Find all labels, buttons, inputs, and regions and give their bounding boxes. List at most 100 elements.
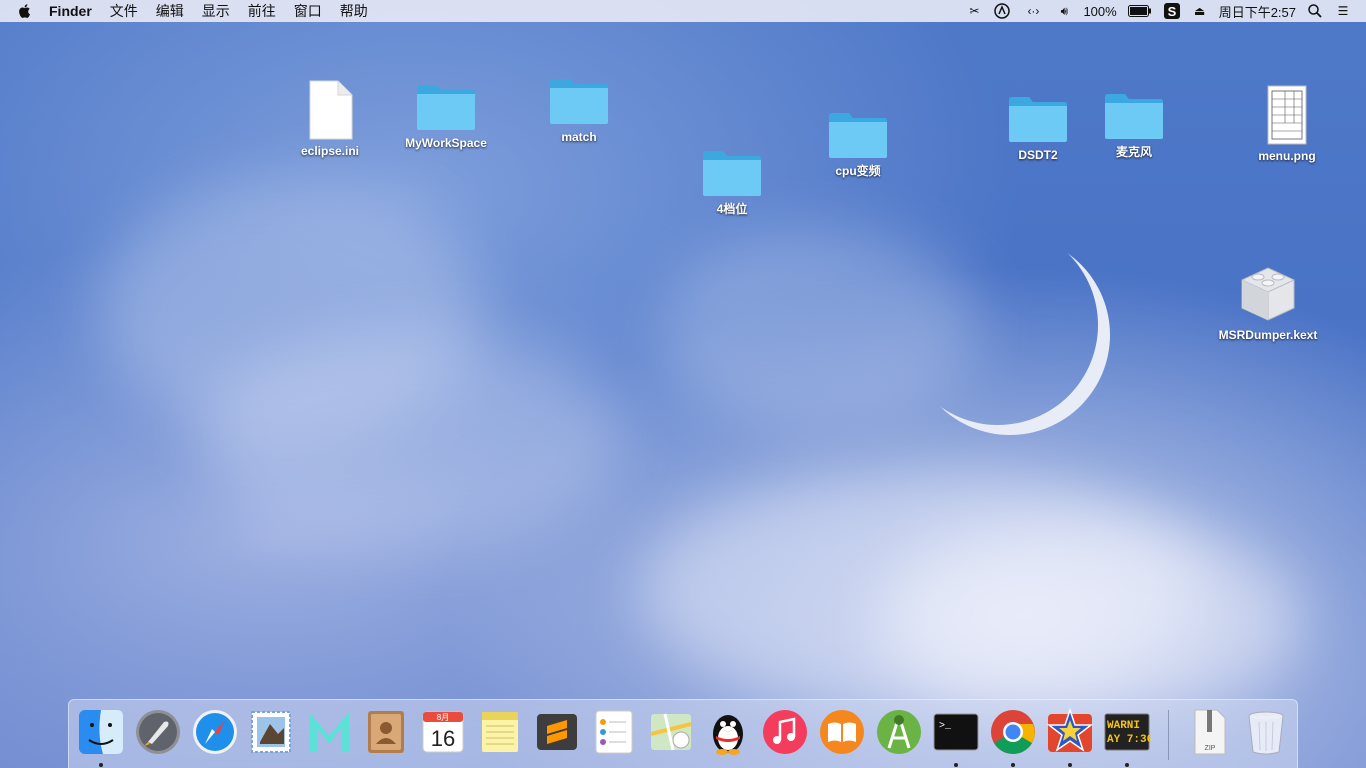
dock-ibooks[interactable]	[818, 708, 866, 756]
desktop-folder-myworkspace[interactable]: MyWorkSpace	[386, 82, 506, 150]
calendar-month: 8月	[437, 713, 449, 722]
dock-launchpad[interactable]	[134, 708, 182, 756]
volume-icon[interactable]: 🔊︎	[1055, 2, 1073, 20]
console-text-line-2: AY 7:36	[1107, 734, 1151, 746]
dock-console[interactable]: WARNI AY 7:36	[1103, 708, 1153, 767]
dock-finder[interactable]	[77, 708, 125, 767]
adobe-icon[interactable]	[993, 2, 1011, 20]
eject-icon[interactable]: ⏏	[1191, 2, 1209, 20]
desktop-file-label: menu.png	[1258, 149, 1316, 163]
folder-icon	[1105, 94, 1163, 139]
m-letter-icon	[309, 712, 349, 752]
compass-icon	[193, 710, 237, 754]
star-app-icon	[1046, 707, 1094, 752]
dock-safari[interactable]	[191, 708, 239, 756]
terminal-icon: >_	[933, 713, 979, 751]
calendar-icon: 8月 16	[422, 711, 464, 753]
dock-separator	[1168, 710, 1169, 760]
battery-percent[interactable]: 100%	[1083, 4, 1116, 19]
desktop-file-eclipse-ini[interactable]: eclipse.ini	[270, 80, 390, 158]
dock-maps[interactable]	[647, 708, 695, 756]
folder-icon	[550, 79, 608, 124]
dock-sublime-text[interactable]	[533, 708, 581, 756]
menu-app-name[interactable]: Finder	[40, 0, 101, 22]
desktop-folder-label: MyWorkSpace	[405, 136, 487, 150]
zip-label: ZIP	[1205, 745, 1216, 752]
sogou-input-icon[interactable]: S	[1163, 2, 1181, 20]
dock-trash[interactable]	[1242, 708, 1290, 756]
network-arrows-icon[interactable]: ‹·›	[1021, 2, 1045, 20]
desktop-folder-label: cpu变频	[835, 164, 881, 178]
sublime-icon	[537, 714, 577, 750]
book-icon	[820, 710, 864, 754]
folder-icon	[829, 113, 887, 158]
menu-file[interactable]: 文件	[101, 0, 147, 22]
calendar-day: 16	[431, 726, 455, 751]
rocket-icon	[136, 710, 180, 754]
penguin-icon	[713, 715, 743, 755]
wallpaper-cloud	[660, 230, 980, 430]
crescent-moon	[940, 245, 1110, 435]
running-indicator	[1068, 763, 1072, 767]
apple-logo-icon[interactable]	[16, 2, 34, 20]
zip-archive-icon: ZIP	[1194, 709, 1226, 755]
menu-view[interactable]: 显示	[193, 0, 239, 22]
dock-calendar[interactable]: 8月 16	[419, 708, 467, 756]
android-studio-icon	[877, 710, 921, 754]
dock-android-studio[interactable]	[875, 708, 923, 756]
menu-help[interactable]: 帮助	[331, 0, 377, 22]
running-indicator	[1011, 763, 1015, 767]
wallpaper-cloud	[200, 330, 620, 550]
kext-lego-icon	[1241, 267, 1295, 321]
dock-zip-file[interactable]: ZIP	[1185, 708, 1233, 756]
desktop-folder-label: 4档位	[716, 202, 748, 216]
clock[interactable]: 周日下午2:57	[1219, 2, 1296, 21]
desktop-folder-label: 麦克风	[1115, 145, 1152, 159]
menu-window[interactable]: 窗口	[285, 0, 331, 22]
desktop-file-msrdumper-kext[interactable]: MSRDumper.kext	[1208, 262, 1328, 342]
menu-edit[interactable]: 编辑	[147, 0, 193, 22]
desktop-file-menu-png[interactable]: menu.png	[1227, 85, 1347, 163]
terminal-prompt: >_	[939, 721, 952, 732]
mail-stamp-icon	[251, 711, 291, 753]
console-text-line-1: WARNI	[1107, 720, 1140, 732]
menu-bar: Finder 文件 编辑 显示 前往 窗口 帮助 ✂ ‹·› 🔊︎ 100% S…	[0, 0, 1366, 22]
folder-icon	[703, 151, 761, 196]
dock-chrome[interactable]	[989, 708, 1037, 767]
folder-icon	[1009, 97, 1067, 142]
desktop-folder-match[interactable]: match	[519, 76, 639, 144]
menu-go[interactable]: 前往	[239, 0, 285, 22]
dock-qq[interactable]	[704, 708, 752, 756]
dock-reminders[interactable]	[590, 708, 638, 756]
dock-star-app[interactable]	[1046, 707, 1094, 767]
contacts-book-icon	[368, 711, 404, 753]
running-indicator	[1125, 763, 1129, 767]
chrome-icon	[991, 710, 1035, 754]
music-note-icon	[763, 710, 807, 754]
svg-text:S: S	[1167, 4, 1176, 19]
dock-terminal[interactable]: >_	[932, 708, 980, 767]
reminders-icon	[595, 710, 633, 754]
dock: 8月 16 >_ WARNI AY 7:36 ZIP	[68, 699, 1298, 768]
dock-contacts[interactable]	[362, 708, 410, 756]
dock-notes[interactable]	[476, 708, 524, 756]
running-indicator	[954, 763, 958, 767]
battery-icon[interactable]	[1127, 2, 1153, 20]
desktop-folder-cpu-bianpin[interactable]: cpu变频	[798, 110, 918, 178]
desktop-file-label: MSRDumper.kext	[1218, 328, 1318, 342]
console-icon: WARNI AY 7:36	[1104, 713, 1153, 751]
desktop-folder-maikefeng[interactable]: 麦克风	[1074, 91, 1194, 159]
map-icon	[650, 713, 692, 751]
dock-mail[interactable]	[248, 708, 296, 756]
notification-center-icon[interactable]: ☰	[1334, 2, 1352, 20]
trash-icon	[1248, 711, 1284, 755]
scissors-icon[interactable]: ✂	[965, 2, 983, 20]
desktop-folder-4-dangwei[interactable]: 4档位	[672, 148, 792, 216]
document-icon	[309, 80, 353, 140]
folder-icon	[417, 85, 475, 130]
dock-mweb[interactable]	[305, 708, 353, 756]
desktop-file-label: eclipse.ini	[300, 144, 360, 158]
spotlight-search-icon[interactable]	[1306, 2, 1324, 20]
dock-itunes[interactable]	[761, 708, 809, 756]
wallpaper-cloud	[880, 520, 1300, 720]
